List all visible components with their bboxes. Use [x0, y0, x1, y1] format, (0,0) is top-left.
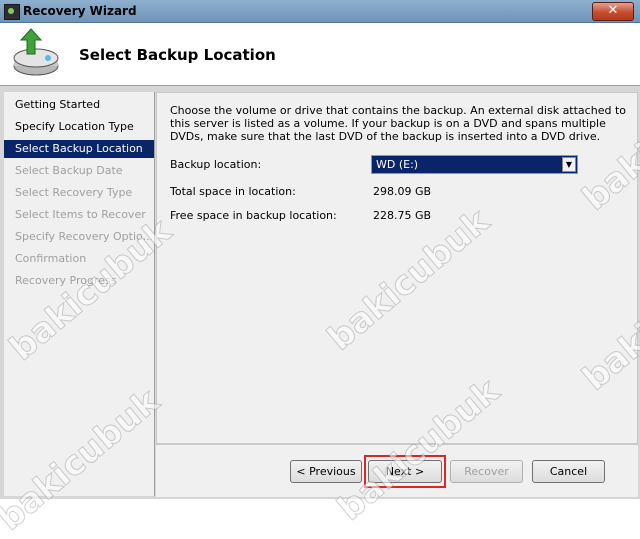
- page-title: Select Backup Location: [79, 46, 276, 64]
- step-select-backup-date: Select Backup Date: [15, 164, 123, 177]
- step-specify-recovery-options: Specify Recovery Optio...: [15, 230, 154, 243]
- recover-button[interactable]: Recover: [450, 460, 523, 483]
- window-title: Recovery Wizard: [23, 4, 137, 18]
- close-button[interactable]: ✕: [592, 2, 634, 21]
- instructions-text: Choose the volume or drive that contains…: [170, 104, 626, 143]
- backup-location-dropdown[interactable]: WD (E:) ▼: [371, 155, 578, 174]
- content-panel: Choose the volume or drive that contains…: [156, 92, 638, 444]
- next-button[interactable]: Next >: [368, 460, 442, 483]
- button-bar: < Previous Next > Recover Cancel: [156, 444, 638, 497]
- wizard-header: Select Backup Location: [0, 23, 640, 86]
- backup-restore-icon: [13, 28, 59, 76]
- title-bar: Recovery Wizard ✕: [0, 0, 640, 23]
- step-select-items-to-recover: Select Items to Recover: [15, 208, 146, 221]
- total-space-label: Total space in location:: [170, 185, 296, 198]
- step-select-backup-location: Select Backup Location: [4, 140, 154, 158]
- previous-button[interactable]: < Previous: [290, 460, 362, 483]
- cancel-button[interactable]: Cancel: [532, 460, 605, 483]
- step-select-recovery-type: Select Recovery Type: [15, 186, 133, 199]
- app-icon: [4, 4, 20, 20]
- step-confirmation: Confirmation: [15, 252, 87, 265]
- step-getting-started: Getting Started: [15, 98, 101, 111]
- wizard-steps-sidebar: Getting Started Specify Location Type Se…: [4, 92, 155, 496]
- total-space-value: 298.09 GB: [373, 185, 432, 198]
- free-space-value: 228.75 GB: [373, 209, 432, 222]
- step-recovery-progress: Recovery Progress: [15, 274, 117, 287]
- chevron-down-icon[interactable]: ▼: [562, 157, 576, 172]
- backup-location-label: Backup location:: [170, 158, 262, 171]
- backup-location-selected: WD (E:): [376, 158, 419, 171]
- step-specify-location-type: Specify Location Type: [15, 120, 134, 133]
- free-space-label: Free space in backup location:: [170, 209, 337, 222]
